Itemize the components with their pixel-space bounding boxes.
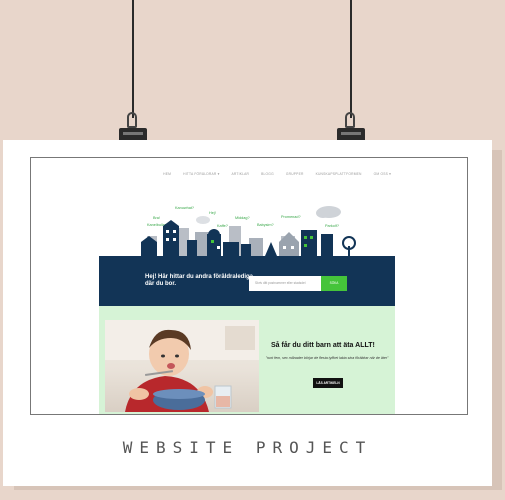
poster-caption: WEBSITE PROJECT: [122, 438, 373, 457]
postcode-search-input[interactable]: Skriv ditt postnummer eller stadsdel: [249, 276, 321, 291]
nav-item-home[interactable]: HEM: [163, 172, 171, 176]
nav-item-blog[interactable]: BLOGG: [261, 172, 274, 176]
article-title: Så får du ditt barn att äta ALLT!: [271, 342, 375, 349]
website-screenshot: HEM HITTA FÖRÄLDRAR ▾ ARTIKLAR BLOGG GRU…: [30, 157, 468, 415]
article-photo-child-eating: [105, 320, 259, 412]
hanging-wire-left: [132, 0, 134, 118]
hanging-wire-right: [350, 0, 352, 118]
poster: HEM HITTA FÖRÄLDRAR ▾ ARTIKLAR BLOGG GRU…: [3, 140, 492, 486]
search-button[interactable]: SÖKA: [321, 276, 347, 291]
nav-item-knowledge[interactable]: KUNSKAPSPLATTFORMEN: [316, 172, 362, 176]
nav-item-find-parents[interactable]: HITTA FÖRÄLDRAR ▾: [183, 172, 219, 176]
nav-item-about[interactable]: OM OSS ▾: [374, 172, 391, 176]
article-quote: "runt fem, sex månader börjar de flesta …: [265, 356, 389, 360]
nav-item-groups[interactable]: GRUPPER: [286, 172, 304, 176]
nav-item-articles[interactable]: ARTIKLAR: [231, 172, 249, 176]
read-article-button[interactable]: LÄS ARTIKELN: [313, 378, 343, 388]
site-nav: HEM HITTA FÖRÄLDRAR ▾ ARTIKLAR BLOGG GRU…: [163, 172, 391, 176]
city-skyline-illustration: [141, 206, 356, 256]
banner-heading: Hej! Här hittar du andra föräldralediga …: [145, 274, 254, 287]
search-banner: Hej! Här hittar du andra föräldralediga …: [99, 256, 395, 306]
featured-article: Så får du ditt barn att äta ALLT! "runt …: [99, 306, 395, 414]
